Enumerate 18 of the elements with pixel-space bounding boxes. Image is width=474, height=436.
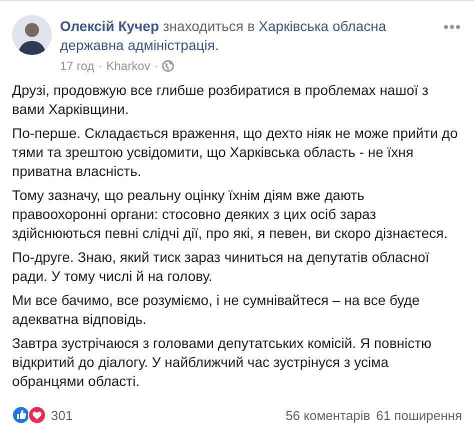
more-options-icon[interactable] bbox=[442, 23, 462, 31]
separator: · bbox=[154, 59, 158, 73]
comments-link[interactable]: 56 коментарів bbox=[286, 408, 370, 422]
avatar[interactable] bbox=[12, 15, 52, 55]
post-paragraph: По-перше. Складається враження, що дехто ніяк не може прийти до тями та зрештою усвідомити, що Харківська область - не їхня приватна власність. bbox=[12, 124, 459, 181]
globe-icon[interactable] bbox=[162, 60, 174, 72]
reaction-count[interactable]: 301 bbox=[51, 408, 280, 422]
post-paragraph: Ми все бачимо, все розуміємо, і не сумнівайтеся – на все буде адекватна відповідь. bbox=[12, 291, 421, 329]
post-headline: Олексій Кучер знаходиться в Харківська обласна державна адміністрація. bbox=[60, 17, 388, 55]
post-paragraph: Тому зазначу, що реальну оцінку їхнім діям вже дають правоохоронні органи: стосовно деяких з цих осіб зараз здійснюються певні слідчі дії, про які, я певен, ви скоро дізнаєтеся. bbox=[12, 186, 449, 243]
post-paragraph: Завтра зустрічаюся з головами депутатських комісій. Я повністю відкритий до діалогу. У найближчий час зустрінуся з усіма обранцями області. bbox=[12, 334, 433, 391]
post-paragraph: Друзі, продовжую все глибше розбиратися в проблемах нашої з вами Харківщини. bbox=[12, 81, 430, 119]
like-icon[interactable] bbox=[12, 406, 30, 424]
post-time[interactable]: 17 год bbox=[60, 59, 94, 73]
post-paragraph: По-друге. Знаю, який тиск зараз чиниться на депутатів обласної ради. У тому числі й на голову. bbox=[12, 248, 430, 286]
shares-link[interactable]: 61 поширення bbox=[376, 408, 462, 422]
post-location[interactable]: Kharkov bbox=[106, 59, 150, 73]
separator: · bbox=[98, 59, 102, 73]
